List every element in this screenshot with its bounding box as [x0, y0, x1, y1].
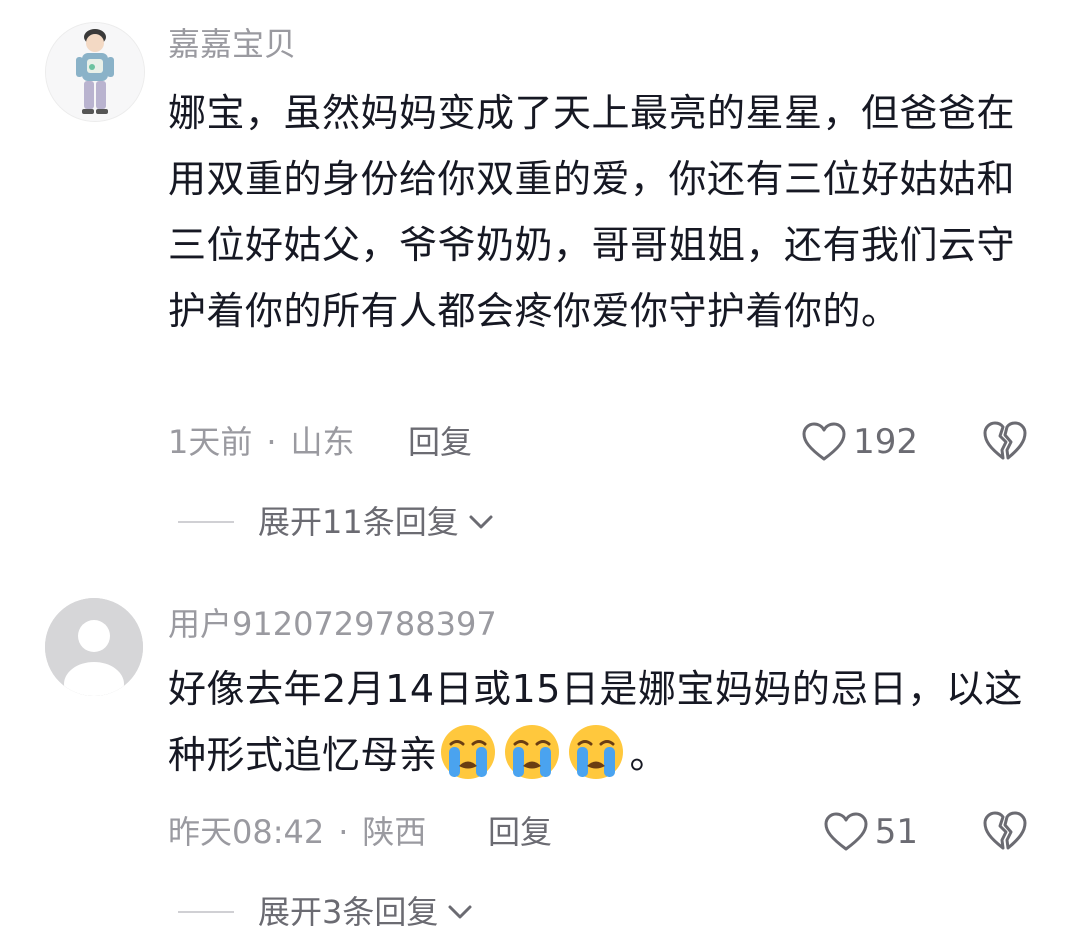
chevron-down-icon: [469, 515, 493, 529]
reply-button[interactable]: 回复: [488, 812, 552, 852]
expand-replies-button[interactable]: 展开3条回复: [178, 892, 474, 932]
comment-text: 好像去年2月14日或15日是娜宝妈妈的忌日，以这种形式追忆母亲。: [168, 656, 1038, 788]
comment-location: 陕西: [362, 813, 427, 851]
like-count: 192: [853, 422, 918, 462]
default-avatar-icon: [45, 598, 143, 696]
comment-location: 山东: [290, 423, 355, 461]
crying-face-emoji: [504, 725, 559, 779]
like-count: 51: [874, 812, 918, 852]
dislike-button[interactable]: [982, 420, 1028, 468]
expand-replies-button[interactable]: 展开11条回复: [178, 502, 495, 542]
reply-button[interactable]: 回复: [408, 422, 472, 462]
comment-item: 用户9120729788397 好像去年2月14日或15日是娜宝妈妈的忌日，以这…: [0, 590, 1080, 945]
broken-heart-icon: [983, 421, 1027, 460]
heart-icon: [824, 812, 868, 851]
divider-line: [178, 911, 234, 913]
broken-heart-icon: [983, 811, 1027, 850]
comment-item: 嘉嘉宝贝 娜宝，虽然妈妈变成了天上最亮的星星，但爸爸在用双重的身份给你双重的爱，…: [0, 0, 1080, 560]
like-button[interactable]: 51: [823, 812, 918, 852]
separator: ·: [338, 813, 349, 851]
expand-replies-label: 展开11条回复: [258, 503, 459, 541]
username[interactable]: 用户9120729788397: [168, 604, 497, 644]
comment-text-end: 。: [629, 733, 669, 777]
emoji-group: [438, 725, 630, 779]
comment-meta: 1天前 · 山东 回复: [168, 422, 472, 462]
comment-text: 娜宝，虽然妈妈变成了天上最亮的星星，但爸爸在用双重的身份给你双重的爱，你还有三位…: [168, 91, 1016, 333]
comment-time: 1天前: [168, 423, 253, 461]
expand-replies-label: 展开3条回复: [258, 893, 439, 931]
divider-line: [178, 521, 234, 523]
comment-time: 昨天08:42: [168, 813, 325, 851]
chevron-down-icon: [448, 905, 472, 919]
separator: ·: [266, 423, 277, 461]
heart-icon: [802, 422, 846, 461]
avatar[interactable]: [45, 598, 143, 696]
crying-face-emoji: [568, 725, 623, 779]
comment-meta: 昨天08:42 · 陕西 回复: [168, 812, 552, 852]
avatar[interactable]: [45, 22, 145, 122]
username[interactable]: 嘉嘉宝贝: [168, 24, 296, 64]
crying-face-emoji: [440, 725, 495, 779]
like-button[interactable]: 192: [801, 422, 918, 462]
dislike-button[interactable]: [982, 810, 1028, 858]
